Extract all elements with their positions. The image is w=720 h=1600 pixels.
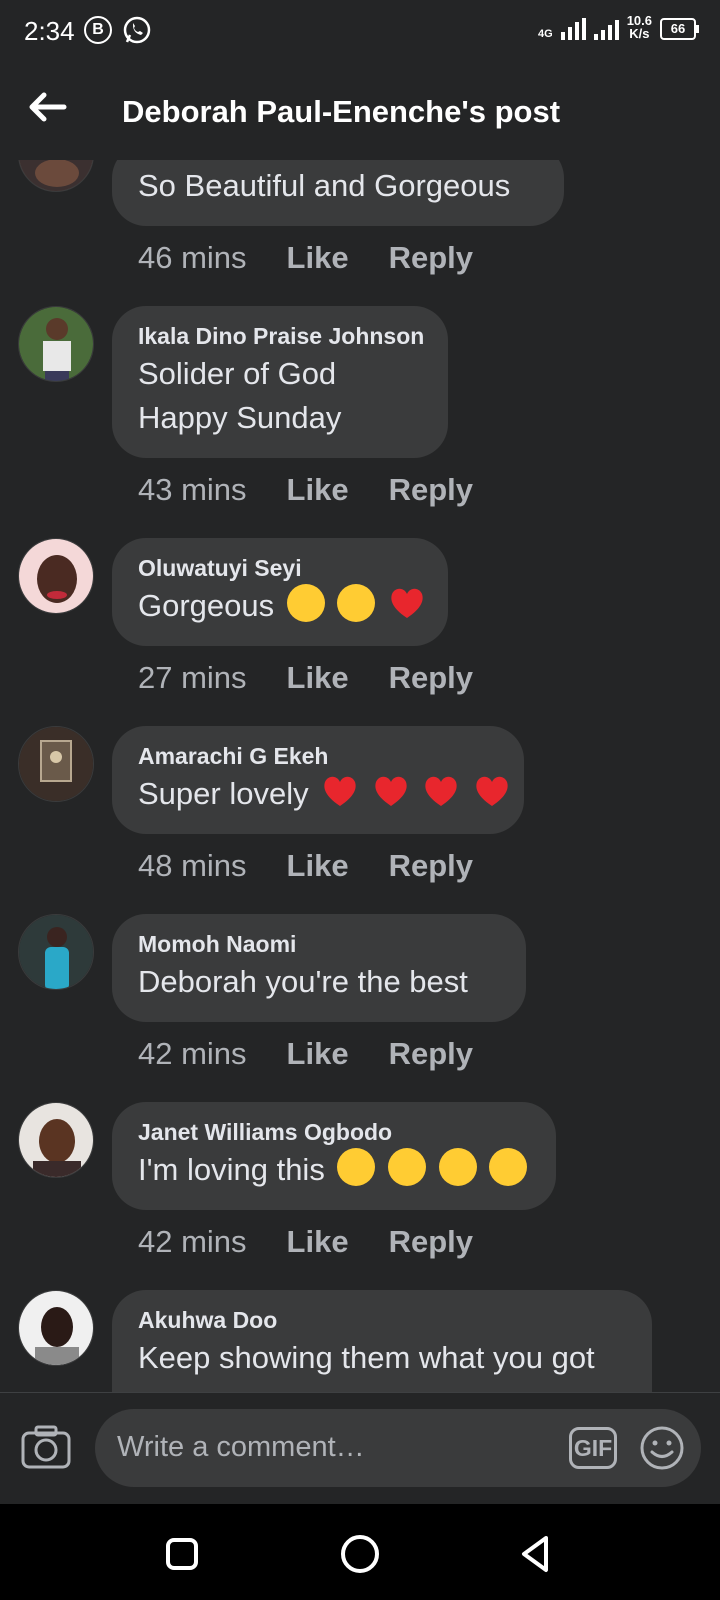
comment-composer: Write a comment… GIF <box>0 1392 720 1505</box>
heart-eyes-emoji-icon <box>489 1148 528 1186</box>
comment-bubble[interactable]: So Beautiful and Gorgeous <box>112 160 564 226</box>
comment-text: Super lovely <box>138 776 309 811</box>
battery-icon: 66 <box>660 18 699 40</box>
comment-time[interactable]: 42 mins <box>138 1036 247 1072</box>
like-button[interactable]: Like <box>287 472 349 508</box>
heart-eyes-cat-emoji-icon <box>286 584 325 622</box>
comment-text-row: I'm loving this <box>138 1148 530 1192</box>
commenter-name[interactable]: Janet Williams Ogbodo <box>138 1116 530 1148</box>
comment-text: I'm loving this <box>138 1152 325 1187</box>
comment-text: Deborah you're the best <box>138 964 468 999</box>
back-arrow-icon[interactable] <box>28 92 68 122</box>
commenter-name[interactable]: Ikala Dino Praise Johnson <box>138 320 424 352</box>
network-speed: 10.6 K/s <box>627 14 652 40</box>
comment-bubble[interactable]: Akuhwa Doo Keep showing them what you go… <box>112 1290 652 1392</box>
comment-time[interactable]: 27 mins <box>138 660 247 696</box>
commenter-name[interactable]: Akuhwa Doo <box>138 1304 626 1336</box>
avatar[interactable] <box>18 914 94 990</box>
status-bar: 2:34 B 4G 10.6 K/s 66 <box>0 0 720 64</box>
comment-actions: 46 mins Like Reply <box>138 240 473 276</box>
speed-unit: K/s <box>629 26 650 41</box>
commenter-name[interactable]: Amarachi G Ekeh <box>138 740 498 772</box>
comment-bubble[interactable]: Janet Williams Ogbodo I'm loving this <box>112 1102 556 1210</box>
comment-bubble[interactable]: Amarachi G Ekeh Super lovely <box>112 726 524 834</box>
whatsapp-icon <box>122 15 152 50</box>
red-heart-emoji-icon <box>473 772 511 810</box>
status-time: 2:34 <box>24 16 75 46</box>
signal-icon <box>560 18 586 40</box>
emoji-smile-icon[interactable] <box>639 1425 685 1471</box>
comment-input[interactable]: Write a comment… GIF <box>95 1409 701 1487</box>
red-heart-emoji-icon <box>388 584 426 622</box>
comment-input-placeholder: Write a comment… <box>117 1431 365 1463</box>
avatar[interactable] <box>18 306 94 382</box>
commenter-name[interactable]: Oluwatuyi Seyi <box>138 552 422 584</box>
camera-icon[interactable] <box>20 1423 72 1471</box>
like-button[interactable]: Like <box>287 1224 349 1260</box>
system-nav-bar <box>0 1504 720 1600</box>
comment-actions: 42 mins Like Reply <box>138 1036 473 1072</box>
comment-bubble[interactable]: Oluwatuyi Seyi Gorgeous <box>112 538 448 646</box>
post-header: Deborah Paul-Enenche's post <box>0 64 720 160</box>
avatar[interactable] <box>18 1290 94 1366</box>
avatar[interactable] <box>18 1102 94 1178</box>
comment-time[interactable]: 42 mins <box>138 1224 247 1260</box>
comment-text: Solider of God <box>138 356 337 391</box>
smiling-face-with-hearts-emoji-icon <box>337 584 376 622</box>
comment-text-row: Super lovely <box>138 772 508 816</box>
page-title: Deborah Paul-Enenche's post <box>122 94 561 129</box>
comment-bubble[interactable]: Ikala Dino Praise Johnson Solider of God… <box>112 306 448 458</box>
commenter-name[interactable]: Momoh Naomi <box>138 928 500 960</box>
gif-button[interactable]: GIF <box>569 1427 617 1469</box>
comment-actions: 48 mins Like Reply <box>138 848 473 884</box>
reply-button[interactable]: Reply <box>389 1036 473 1072</box>
avatar[interactable] <box>18 726 94 802</box>
comment-actions: 43 mins Like Reply <box>138 472 473 508</box>
like-button[interactable]: Like <box>287 240 349 276</box>
like-button[interactable]: Like <box>287 1036 349 1072</box>
home-circle-icon[interactable] <box>338 1532 382 1576</box>
reply-button[interactable]: Reply <box>389 240 473 276</box>
heart-eyes-emoji-icon <box>438 1148 477 1186</box>
reply-button[interactable]: Reply <box>389 1224 473 1260</box>
red-heart-emoji-icon <box>372 772 410 810</box>
comment-text: Keep showing them what you got <box>138 1340 595 1375</box>
avatar[interactable] <box>18 160 94 192</box>
reply-button[interactable]: Reply <box>389 472 473 508</box>
red-heart-emoji-icon <box>422 772 460 810</box>
comment-text: Gorgeous <box>138 588 275 623</box>
b-app-icon: B <box>84 16 112 44</box>
comment-time[interactable]: 48 mins <box>138 848 247 884</box>
comments-list[interactable]: So Beautiful and Gorgeous 46 mins Like R… <box>0 160 720 1392</box>
comment-actions: 27 mins Like Reply <box>138 660 473 696</box>
red-heart-emoji-icon <box>321 772 359 810</box>
comment-actions: 42 mins Like Reply <box>138 1224 473 1260</box>
signal-2-icon <box>593 18 619 40</box>
comment-text-line2: Happy Sunday <box>138 400 342 435</box>
comment-time[interactable]: 43 mins <box>138 472 247 508</box>
reply-button[interactable]: Reply <box>389 660 473 696</box>
comment-text: So Beautiful and Gorgeous <box>138 168 511 203</box>
avatar[interactable] <box>18 538 94 614</box>
hugging-face-emoji-icon <box>337 1148 376 1186</box>
comment-bubble[interactable]: Momoh Naomi Deborah you're the best <box>112 914 526 1022</box>
comment-time[interactable]: 46 mins <box>138 240 247 276</box>
recents-square-icon[interactable] <box>160 1532 204 1576</box>
back-triangle-icon[interactable] <box>514 1532 558 1576</box>
heart-eyes-emoji-icon <box>388 1148 427 1186</box>
network-type: 4G <box>538 28 553 40</box>
reply-button[interactable]: Reply <box>389 848 473 884</box>
like-button[interactable]: Like <box>287 660 349 696</box>
comment-text-row: Gorgeous <box>138 584 423 628</box>
like-button[interactable]: Like <box>287 848 349 884</box>
